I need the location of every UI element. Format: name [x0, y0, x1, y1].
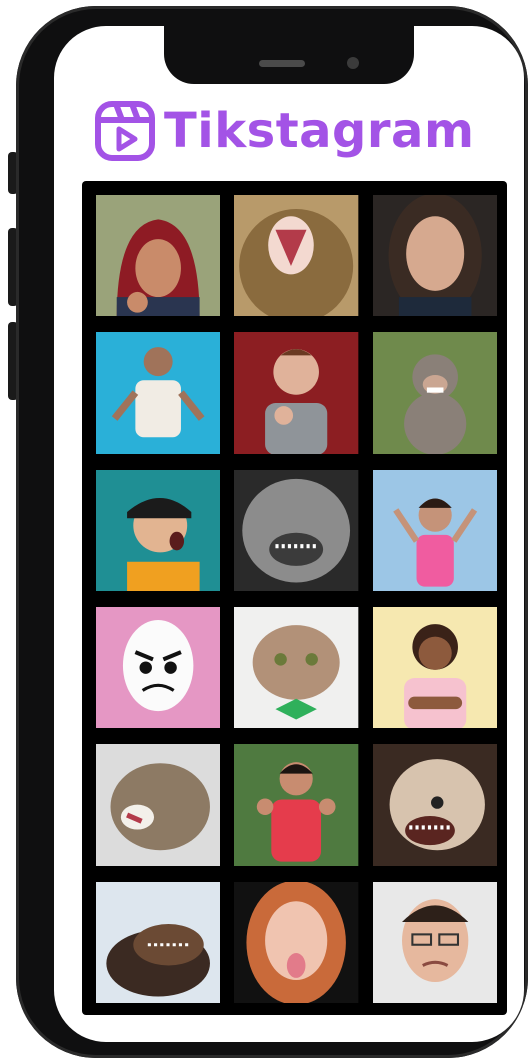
video-thumbnail-hissing-cat[interactable]: [96, 744, 221, 866]
thumbnail-image: [96, 881, 221, 1003]
video-thumbnail-roaring-lion[interactable]: [234, 195, 359, 317]
video-thumbnail-barking-dog[interactable]: [96, 881, 221, 1003]
thumbnail-image: [372, 469, 497, 591]
video-thumbnail-angry-boy-hood[interactable]: [96, 195, 221, 317]
video-thumbnail-boy-fist[interactable]: [234, 332, 359, 454]
thumbnail-image: [234, 607, 359, 729]
video-thumbnail-shouting-boy-cap[interactable]: [96, 469, 221, 591]
app-header: Tikstagram: [94, 96, 474, 166]
video-thumbnail-snarling-wolf[interactable]: [234, 469, 359, 591]
front-camera: [347, 57, 359, 69]
thumbnail-image: [96, 332, 221, 454]
video-thumbnail-man-glasses-grimace[interactable]: [372, 881, 497, 1003]
video-thumbnail-angry-woman-red[interactable]: [234, 744, 359, 866]
video-thumbnail-angry-egg[interactable]: [96, 607, 221, 729]
video-thumbnail-frowning-girl[interactable]: [372, 195, 497, 317]
thumbnail-image: [96, 607, 221, 729]
thumbnail-image: [234, 881, 359, 1003]
thumbnail-image: [234, 195, 359, 317]
video-reel-icon: [95, 101, 155, 161]
thumbnail-image: [372, 607, 497, 729]
notch: [164, 26, 414, 84]
thumbnail-image: [96, 744, 221, 866]
video-thumbnail-growling-dog[interactable]: [372, 744, 497, 866]
thumbnail-image: [372, 195, 497, 317]
video-thumbnail-monkey[interactable]: [372, 332, 497, 454]
thumbnail-image: [372, 744, 497, 866]
thumbnail-image: [96, 195, 221, 317]
thumbnail-image: [96, 469, 221, 591]
speaker-grille: [259, 60, 305, 67]
thumbnail-image: [372, 332, 497, 454]
app-title: Tikstagram: [164, 103, 475, 159]
video-thumbnail-girl-hands-on-hips[interactable]: [96, 332, 221, 454]
video-grid-frame: [82, 181, 507, 1015]
phone-frame: Tikstagram: [16, 6, 528, 1058]
video-thumbnail-crossed-arms-girl[interactable]: [372, 607, 497, 729]
thumbnail-image: [234, 744, 359, 866]
video-thumbnail-screaming-woman[interactable]: [372, 469, 497, 591]
phone-screen: Tikstagram: [54, 26, 524, 1042]
thumbnail-image: [234, 332, 359, 454]
video-grid: [96, 195, 497, 1003]
thumbnail-image: [372, 881, 497, 1003]
thumbnail-image: [234, 469, 359, 591]
video-thumbnail-girl-tongue-out[interactable]: [234, 881, 359, 1003]
video-thumbnail-grumpy-cat-bowtie[interactable]: [234, 607, 359, 729]
